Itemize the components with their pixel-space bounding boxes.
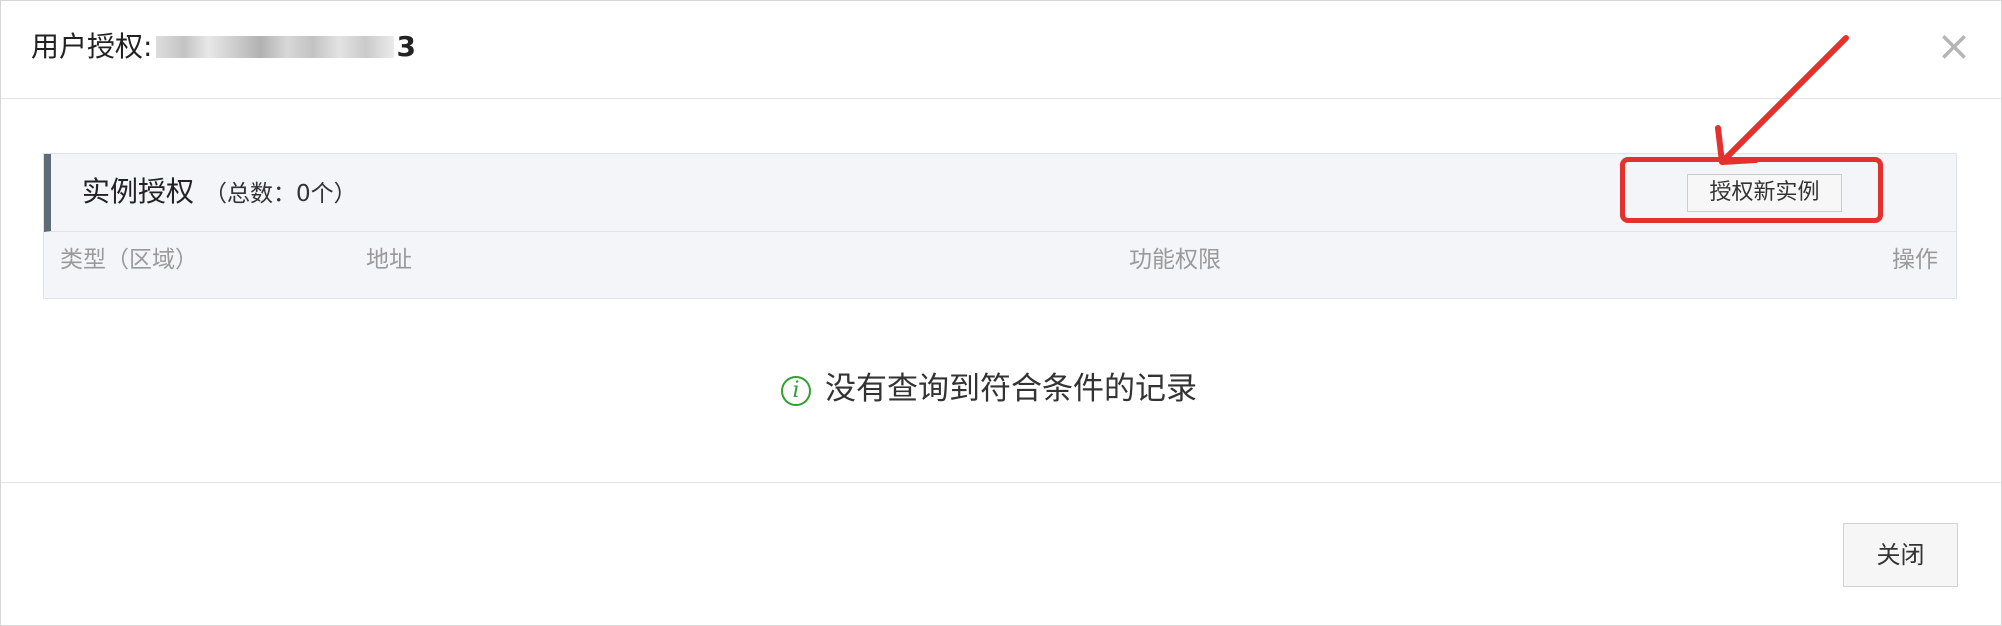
close-button[interactable]: 关闭 (1843, 523, 1958, 587)
empty-state-message: 没有查询到符合条件的记录 (825, 371, 1197, 407)
dialog-title: 用户授权: 3 (31, 29, 416, 65)
column-header-permissions: 功能权限 (1129, 247, 1221, 273)
close-icon[interactable]: × (1934, 23, 1974, 69)
instance-authorization-panel: 实例授权 （总数：0个） 授权新实例 类型（区域） 地址 功能权限 操作 (43, 153, 1957, 299)
dialog-title-label: 用户授权: (31, 30, 153, 63)
empty-state: i 没有查询到符合条件的记录 (781, 369, 1197, 409)
panel-total-count: （总数：0个） (204, 181, 357, 207)
redacted-user-id (156, 36, 395, 58)
column-header-actions: 操作 (1892, 247, 1938, 273)
info-circle-icon: i (781, 376, 811, 406)
panel-title-text: 实例授权 (82, 175, 195, 208)
panel-title: 实例授权 （总数：0个） (82, 174, 357, 212)
dialog-title-suffix: 3 (396, 30, 416, 63)
authorization-dialog: 用户授权: 3 × 实例授权 （总数：0个） 授权新实例 类型（区域） 地址 功能权… (0, 0, 2002, 626)
column-header-address: 地址 (366, 247, 412, 273)
column-header-type-region: 类型（区域） (60, 247, 198, 273)
authorize-new-instance-button[interactable]: 授权新实例 (1687, 174, 1842, 212)
panel-header: 实例授权 （总数：0个） 授权新实例 (44, 154, 1956, 232)
footer-divider (1, 482, 2001, 483)
dialog-header: 用户授权: 3 × (1, 1, 2001, 99)
